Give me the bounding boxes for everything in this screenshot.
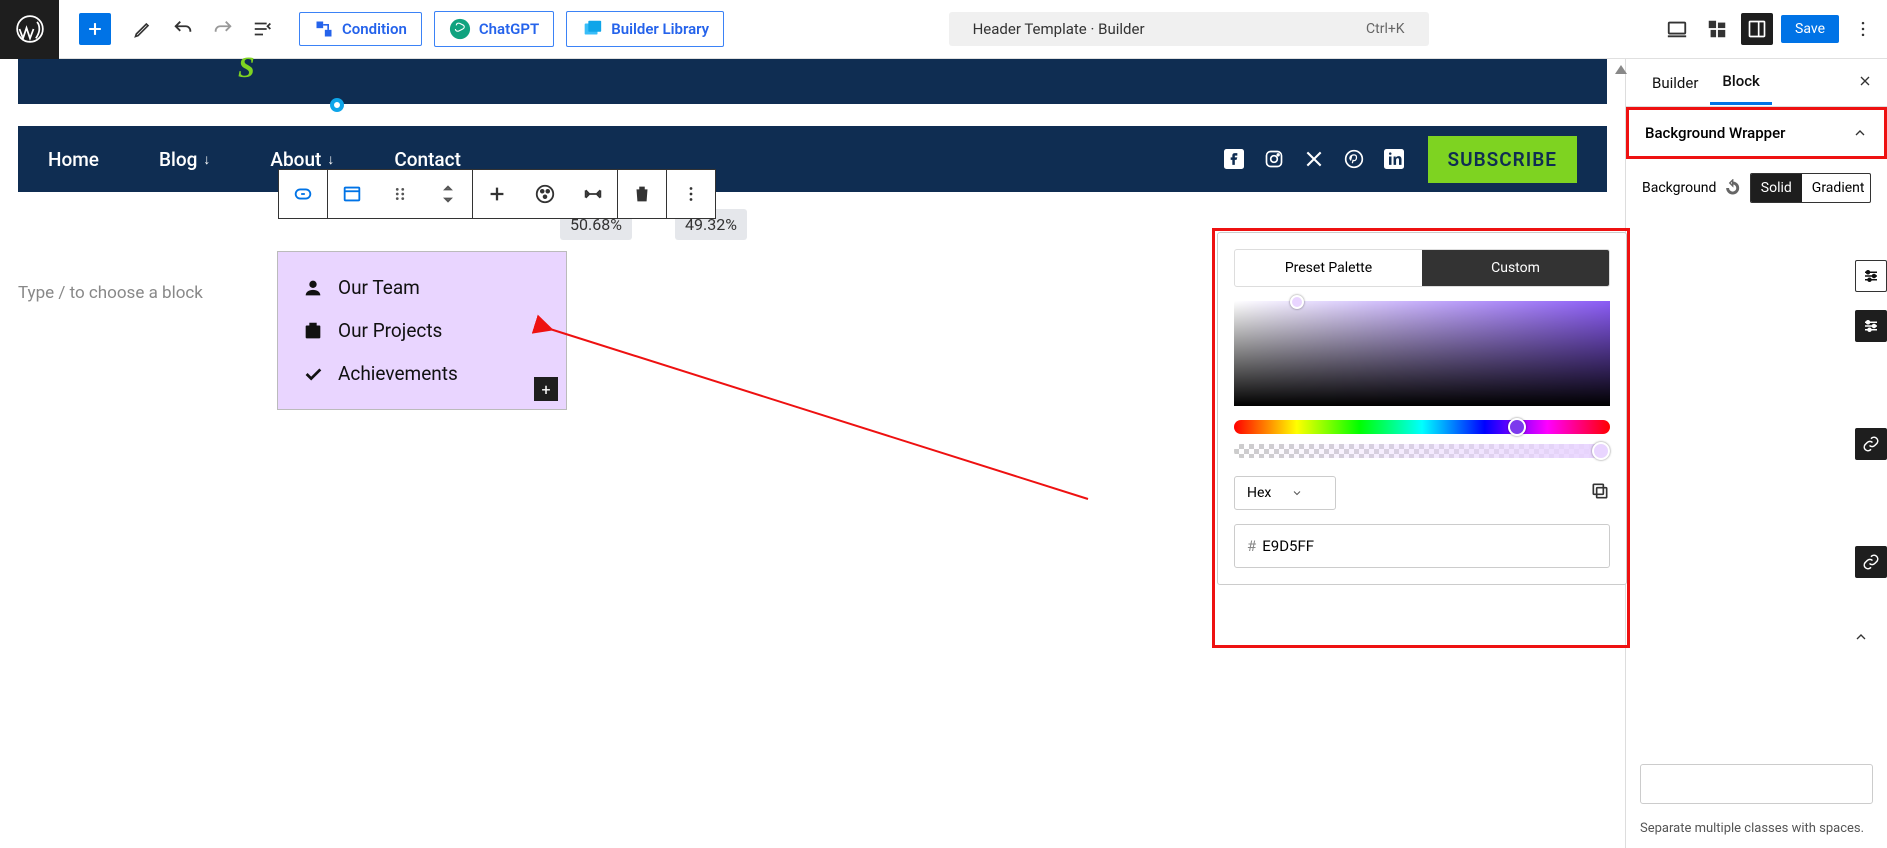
add-inner-icon[interactable] <box>473 170 521 218</box>
edge-link-icon[interactable] <box>1855 428 1887 460</box>
chevron-up-icon <box>1852 125 1868 141</box>
nav-link-about[interactable]: About↓ <box>270 148 334 171</box>
chatgpt-button[interactable]: ChatGPT <box>434 11 554 47</box>
css-classes-hint: Separate multiple classes with spaces. <box>1640 821 1873 836</box>
edit-icon[interactable] <box>123 9 163 49</box>
save-label: Save <box>1795 21 1825 37</box>
block-placeholder[interactable]: Type / to choose a block <box>18 283 203 303</box>
overview-icon[interactable] <box>1701 13 1733 45</box>
subscribe-button[interactable]: SUBSCRIBE <box>1428 136 1577 183</box>
section-title: Background Wrapper <box>1645 124 1785 142</box>
add-submenu-item-button[interactable]: + <box>534 377 558 401</box>
x-twitter-icon[interactable] <box>1304 149 1324 169</box>
more-options-icon[interactable] <box>1847 13 1879 45</box>
add-block-button[interactable] <box>79 13 111 45</box>
edge-settings-dark-icon[interactable] <box>1855 310 1887 342</box>
hex-value: E9D5FF <box>1262 537 1314 555</box>
parent-block-icon[interactable] <box>328 170 376 218</box>
library-label: Builder Library <box>611 20 709 38</box>
site-logo-letter: S <box>238 51 255 85</box>
edge-settings-icon[interactable] <box>1855 260 1887 292</box>
submenu-item-our-projects[interactable]: Our Projects <box>278 309 566 352</box>
chevron-down-icon: ↓ <box>327 151 334 168</box>
width-icon[interactable] <box>569 170 617 218</box>
pinterest-icon[interactable] <box>1344 149 1364 169</box>
css-classes-input[interactable] <box>1640 764 1873 804</box>
preset-palette-tab[interactable]: Preset Palette <box>1235 250 1422 286</box>
background-label: Background <box>1642 180 1716 196</box>
submenu-item-our-team[interactable]: Our Team <box>278 266 566 309</box>
background-type-toggle[interactable]: Solid Gradient <box>1750 173 1871 203</box>
color-picker-popover: Preset Palette Custom Hex # E9D5FF <box>1217 232 1627 585</box>
chatgpt-label: ChatGPT <box>479 20 539 38</box>
alpha-slider[interactable] <box>1234 444 1610 458</box>
builder-library-button[interactable]: Builder Library <box>566 11 724 47</box>
instagram-icon[interactable] <box>1264 149 1284 169</box>
chevron-down-icon: ↓ <box>203 151 210 168</box>
linkedin-icon[interactable] <box>1384 149 1404 169</box>
block-more-icon[interactable] <box>667 170 715 218</box>
save-button[interactable]: Save <box>1781 15 1839 43</box>
settings-sidebar: Builder Block Background Wrapper Backgro… <box>1625 59 1887 848</box>
collapse-section-icon[interactable] <box>1853 629 1869 649</box>
submenu-item-achievements[interactable]: Achievements <box>278 352 566 395</box>
hue-cursor[interactable] <box>1508 418 1526 436</box>
submenu-dropdown[interactable]: Our Team Our Projects Achievements + <box>277 251 567 410</box>
condition-button[interactable]: Condition <box>299 12 422 46</box>
nav-link-contact[interactable]: Contact <box>394 148 461 171</box>
redo-icon[interactable] <box>203 9 243 49</box>
resize-handle[interactable] <box>330 98 344 112</box>
nav-link-home[interactable]: Home <box>48 148 99 171</box>
list-view-icon[interactable] <box>243 9 283 49</box>
condition-label: Condition <box>342 20 407 38</box>
drag-handle-icon[interactable] <box>376 170 424 218</box>
edge-link2-icon[interactable] <box>1855 546 1887 578</box>
facebook-icon[interactable] <box>1224 149 1244 169</box>
copy-color-icon[interactable] <box>1590 481 1610 505</box>
hash-prefix: # <box>1247 537 1256 555</box>
move-arrows-icon[interactable] <box>424 170 472 218</box>
reset-icon[interactable] <box>1724 179 1741 197</box>
saturation-cursor[interactable] <box>1290 295 1304 309</box>
document-title: Header Template · Builder <box>973 20 1145 38</box>
nav-bar: Home Blog↓ About↓ Contact SUBSCRIBE <box>18 126 1607 192</box>
undo-icon[interactable] <box>163 9 203 49</box>
wordpress-logo[interactable] <box>0 0 59 59</box>
block-toolbar <box>278 169 715 219</box>
solid-option[interactable]: Solid <box>1751 174 1802 202</box>
background-wrapper-section[interactable]: Background Wrapper <box>1629 110 1884 156</box>
tab-block[interactable]: Block <box>1710 60 1771 105</box>
hex-input[interactable]: # E9D5FF <box>1234 524 1610 568</box>
nav-link-blog[interactable]: Blog↓ <box>159 148 210 171</box>
close-sidebar-icon[interactable] <box>1857 73 1873 93</box>
color-format-select[interactable]: Hex <box>1234 476 1336 510</box>
settings-panel-icon[interactable] <box>1741 13 1773 45</box>
shortcut-hint: Ctrl+K <box>1366 21 1405 37</box>
header-hero-strip: S <box>18 59 1607 104</box>
document-title-bar[interactable]: Header Template · Builder Ctrl+K <box>949 12 1429 46</box>
scroll-indicator-icon <box>1615 65 1627 74</box>
saturation-field[interactable] <box>1234 301 1610 406</box>
gradient-option[interactable]: Gradient <box>1802 174 1871 202</box>
tab-builder[interactable]: Builder <box>1640 62 1710 104</box>
alpha-cursor[interactable] <box>1592 442 1610 460</box>
desktop-view-icon[interactable] <box>1661 13 1693 45</box>
color-palette-icon[interactable] <box>521 170 569 218</box>
social-icons <box>1224 149 1404 169</box>
delete-icon[interactable] <box>618 170 666 218</box>
block-type-icon[interactable] <box>279 170 327 218</box>
custom-color-tab[interactable]: Custom <box>1422 250 1609 286</box>
hue-slider[interactable] <box>1234 420 1610 434</box>
